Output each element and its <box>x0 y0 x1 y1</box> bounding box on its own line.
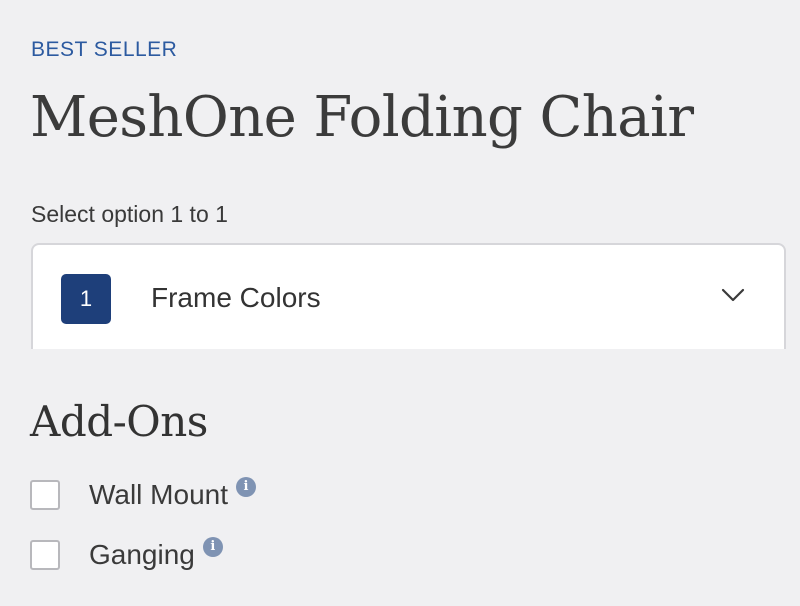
info-icon[interactable]: i <box>202 537 223 557</box>
dropdown-label: Frame Colors <box>151 282 321 313</box>
frame-colors-dropdown[interactable]: 1 Frame Colors <box>31 243 786 349</box>
product-options-panel: BEST SELLER MeshOne Folding Chair Select… <box>0 0 800 606</box>
addon-ganging[interactable]: Ganging i <box>30 537 223 572</box>
info-icon[interactable]: i <box>236 477 257 497</box>
product-title: MeshOne Folding Chair <box>30 85 694 150</box>
best-seller-label: BEST SELLER <box>31 38 178 61</box>
addon-wall-mount[interactable]: Wall Mount i <box>30 477 257 512</box>
option-selection-hint: Select option 1 to 1 <box>31 201 228 227</box>
chevron-down-icon[interactable] <box>720 286 746 304</box>
ganging-label: Ganging <box>89 539 195 570</box>
add-ons-heading: Add-Ons <box>30 397 208 446</box>
wall-mount-checkbox[interactable] <box>30 480 60 510</box>
ganging-checkbox[interactable] <box>30 540 60 570</box>
wall-mount-label: Wall Mount <box>89 479 229 510</box>
option-number-badge: 1 <box>61 274 111 324</box>
